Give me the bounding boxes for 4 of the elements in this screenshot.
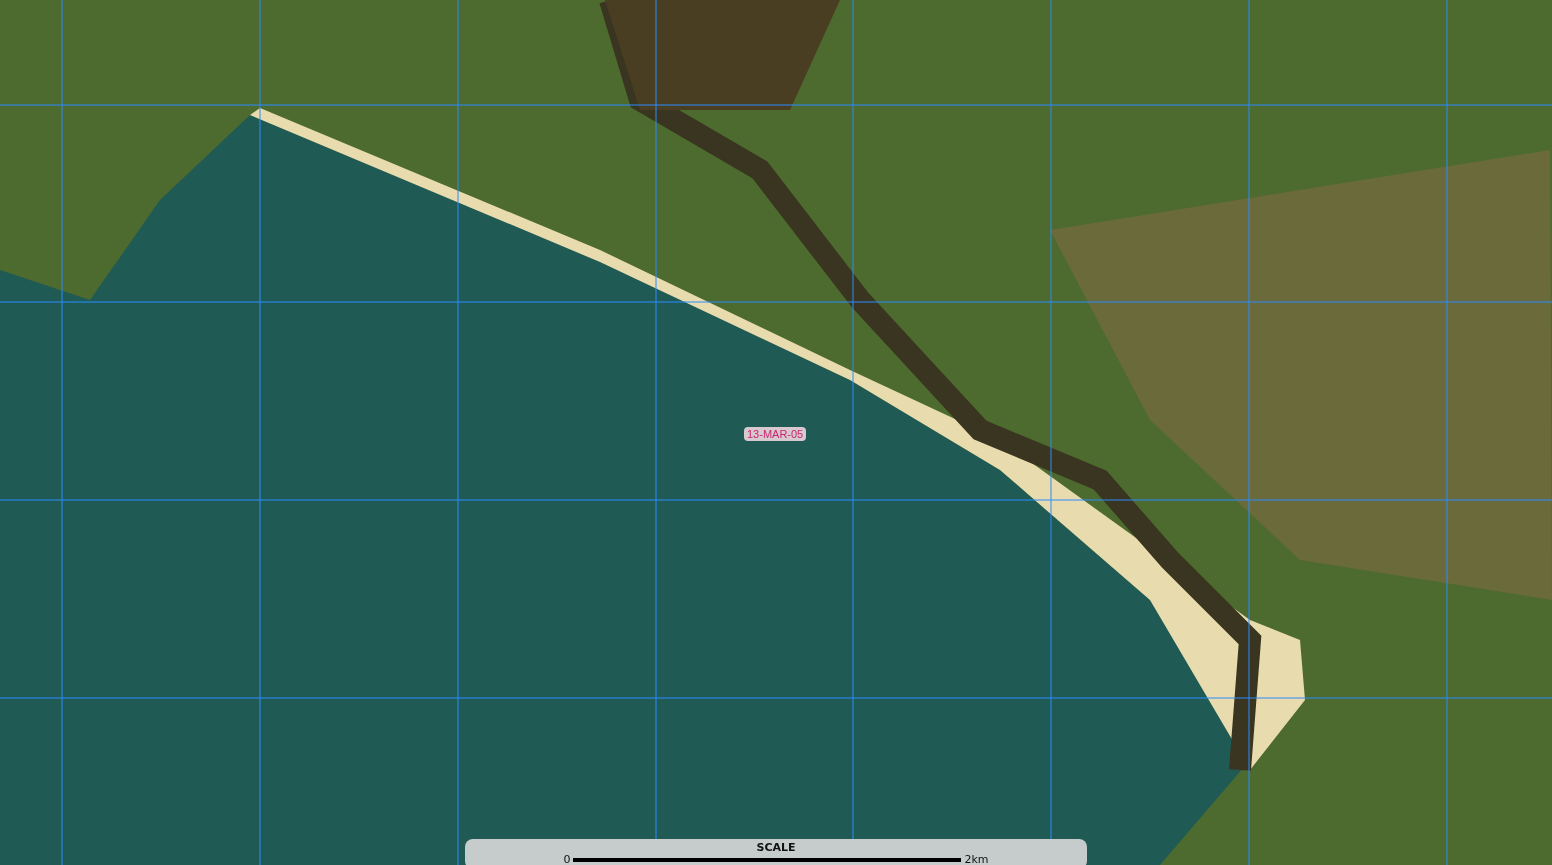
scale-start-label: 0 — [563, 854, 571, 865]
scale-end-label: 2km — [964, 854, 989, 865]
date-label: 13-MAR-05 — [744, 427, 807, 441]
scale-title: SCALE — [756, 842, 796, 854]
